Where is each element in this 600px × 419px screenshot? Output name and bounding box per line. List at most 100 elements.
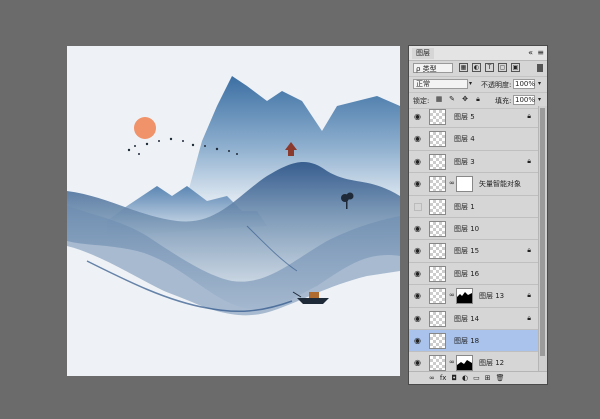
layer-thumbnail[interactable]	[429, 109, 446, 125]
adjustment-filter-icon[interactable]: ◐	[472, 63, 481, 72]
layer-thumbnail[interactable]	[429, 265, 446, 282]
fx-icon[interactable]: fx	[440, 374, 447, 383]
layer-thumbnail[interactable]	[429, 310, 446, 327]
lock-all-icon[interactable]: 🔒︎	[474, 95, 482, 104]
layer-name[interactable]: 图层 3	[454, 157, 475, 167]
layer-name[interactable]: 图层 14	[454, 314, 479, 324]
scrollbar-thumb[interactable]	[540, 108, 545, 356]
eye-icon[interactable]: ◉	[414, 135, 423, 143]
layer-name[interactable]: 图层 18	[454, 336, 479, 346]
chevron-down-icon[interactable]: ▾	[536, 95, 543, 105]
fill-input[interactable]: 100%	[513, 95, 535, 105]
chevron-down-icon[interactable]: ▾	[536, 79, 543, 89]
layer-row[interactable]: ◉ 图层 5 🔒︎	[409, 106, 539, 129]
chevron-down-icon[interactable]: ▾	[467, 79, 474, 89]
new-layer-icon[interactable]: ⊞	[485, 374, 491, 383]
shape-filter-icon[interactable]: ▢	[498, 63, 507, 72]
document-canvas[interactable]	[67, 46, 400, 376]
layer-mask-thumbnail[interactable]	[456, 288, 473, 305]
lock-icon: 🔒︎	[527, 112, 531, 120]
layer-thumbnail[interactable]	[429, 355, 446, 372]
eye-icon[interactable]: ◉	[414, 180, 423, 188]
chain-link-icon[interactable]: ∞	[449, 179, 455, 187]
layers-panel: 图层 « ≡ ρ 类型 ▦ ◐ T ▢ ▣ 正常 ▾ 不透明度: 100% ▾ …	[408, 45, 548, 385]
add-mask-icon[interactable]: ◘	[451, 374, 457, 383]
filter-row: ρ 类型 ▦ ◐ T ▢ ▣	[409, 61, 547, 77]
layer-thumbnail[interactable]	[429, 198, 446, 215]
type-filter-icon[interactable]: T	[485, 63, 494, 72]
layer-row[interactable]: ◉ ∞ 矢量智能对象	[409, 173, 539, 196]
layer-name[interactable]: 图层 15	[454, 246, 479, 256]
blend-row: 正常 ▾ 不透明度: 100% ▾	[409, 77, 547, 93]
layer-row-selected[interactable]: ◉ 图层 18	[409, 329, 539, 353]
blend-mode-select[interactable]: 正常	[413, 79, 468, 89]
link-layers-icon[interactable]: ∞	[429, 374, 435, 383]
eye-icon[interactable]: ◉	[414, 247, 423, 255]
eye-icon[interactable]: ◉	[414, 336, 423, 344]
filter-icons: ▦ ◐ T ▢ ▣	[459, 63, 520, 72]
panel-footer: ∞ fx ◘ ◐ ▭ ⊞ 🗑︎	[409, 371, 547, 384]
opacity-label: 不透明度:	[481, 81, 512, 89]
fill-label: 填充:	[495, 97, 512, 105]
eye-icon[interactable]: ◉	[414, 157, 423, 165]
sun	[134, 117, 156, 139]
lock-icons: ▦ ✎ ✥ 🔒︎	[435, 95, 482, 104]
layer-row[interactable]: ◉ 图层 14 🔒︎	[409, 308, 539, 330]
panel-header: 图层 « ≡	[409, 46, 547, 61]
layer-name[interactable]: 矢量智能对象	[479, 179, 521, 189]
layer-name[interactable]: 图层 4	[454, 134, 475, 144]
layer-name[interactable]: 图层 10	[454, 224, 479, 234]
layer-thumbnail[interactable]	[429, 176, 446, 193]
layer-name[interactable]: 图层 16	[454, 269, 479, 279]
lock-pixels-icon[interactable]: ✎	[448, 95, 456, 104]
opacity-input[interactable]: 100%	[513, 79, 535, 89]
layer-thumbnail[interactable]	[429, 243, 446, 260]
trash-icon[interactable]: 🗑︎	[496, 374, 505, 383]
landscape-artwork	[67, 46, 400, 376]
eye-icon[interactable]: ◉	[414, 314, 423, 322]
layer-row[interactable]: ◉ 图层 10	[409, 218, 539, 241]
pixel-filter-icon[interactable]: ▦	[459, 63, 468, 72]
filter-toggle[interactable]	[537, 64, 543, 72]
chain-link-icon[interactable]: ∞	[449, 291, 455, 299]
layer-name[interactable]: 图层 1	[454, 202, 475, 212]
layer-row[interactable]: ◉ 图层 16	[409, 263, 539, 286]
layer-thumbnail[interactable]	[429, 131, 446, 148]
tab-layers[interactable]: 图层	[412, 48, 434, 59]
group-icon[interactable]: ▭	[473, 374, 480, 383]
layer-row[interactable]: ◉ ∞ 图层 13 🔒︎	[409, 285, 539, 308]
lock-icon: 🔒︎	[527, 156, 531, 165]
layer-mask-thumbnail[interactable]	[456, 355, 473, 372]
collapse-icon[interactable]: «	[528, 47, 533, 58]
lock-icon: 🔒︎	[527, 291, 531, 300]
layer-thumbnail[interactable]	[429, 153, 446, 170]
layer-row[interactable]: ◉ 图层 15 🔒︎	[409, 240, 539, 263]
layer-name[interactable]: 图层 12	[479, 358, 504, 368]
layer-thumbnail[interactable]	[429, 332, 446, 349]
layer-row[interactable]: ◉ ∞ 图层 12	[409, 352, 539, 372]
eye-icon[interactable]: ◉	[414, 292, 423, 300]
panel-menu-icon[interactable]: ≡	[537, 47, 544, 58]
filter-kind-select[interactable]: ρ 类型	[413, 63, 453, 73]
chain-link-icon[interactable]: ∞	[449, 358, 455, 366]
layer-thumbnail[interactable]	[429, 220, 446, 237]
layer-thumbnail[interactable]	[429, 288, 446, 305]
layer-row[interactable]: ◉ 图层 4	[409, 128, 539, 151]
eye-icon[interactable]: ◉	[414, 269, 423, 277]
lock-label: 锁定:	[413, 97, 430, 105]
layer-name[interactable]: 图层 5	[454, 112, 475, 122]
layer-row[interactable]: ◉ 图层 3 🔒︎	[409, 151, 539, 174]
smart-object-filter-icon[interactable]: ▣	[511, 63, 520, 72]
lock-icon: 🔒︎	[527, 313, 531, 322]
layers-scrollbar[interactable]	[538, 106, 547, 372]
eye-icon[interactable]: ◉	[414, 359, 423, 367]
layer-name[interactable]: 图层 13	[479, 291, 504, 301]
layer-row[interactable]: 图层 1	[409, 196, 539, 218]
lock-position-icon[interactable]: ✥	[461, 95, 469, 104]
layer-mask-thumbnail[interactable]	[456, 176, 473, 193]
visibility-off-icon[interactable]	[414, 202, 422, 211]
eye-icon[interactable]: ◉	[414, 113, 423, 121]
eye-icon[interactable]: ◉	[414, 224, 423, 232]
lock-transparency-icon[interactable]: ▦	[435, 95, 443, 104]
adjustment-layer-icon[interactable]: ◐	[462, 374, 468, 383]
